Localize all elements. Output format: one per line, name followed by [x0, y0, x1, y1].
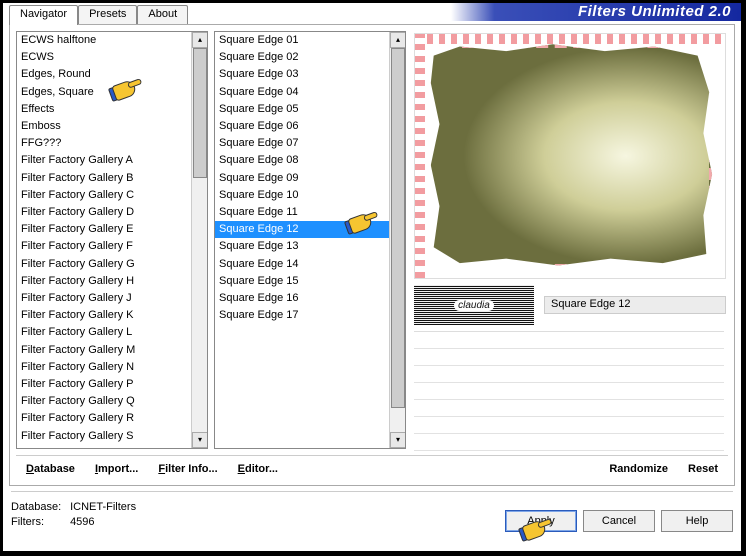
list-item[interactable]: Square Edge 10	[215, 187, 405, 204]
list-item[interactable]: Edges, Square	[17, 84, 207, 101]
filterinfo-link[interactable]: Filter Info...	[158, 463, 217, 475]
list-item[interactable]: ECWS	[17, 49, 207, 66]
list-item[interactable]: Filter Factory Gallery T	[17, 445, 207, 449]
list-item[interactable]: Square Edge 16	[215, 290, 405, 307]
list-item[interactable]: Square Edge 09	[215, 170, 405, 187]
filtercount-label: Filters:	[11, 515, 67, 530]
list-item[interactable]: Square Edge 05	[215, 101, 405, 118]
list-item[interactable]: Filter Factory Gallery J	[17, 290, 207, 307]
scroll-up-icon[interactable]: ▴	[192, 32, 208, 48]
list-item[interactable]: Filter Factory Gallery F	[17, 238, 207, 255]
filtercount-value: 4596	[70, 516, 94, 528]
cancel-button[interactable]: Cancel	[583, 510, 655, 532]
author-text: claudia	[454, 300, 494, 311]
list-item[interactable]: Effects	[17, 101, 207, 118]
list-item[interactable]: Filter Factory Gallery S	[17, 428, 207, 445]
list-item[interactable]: Filter Factory Gallery D	[17, 204, 207, 221]
list-item[interactable]: Filter Factory Gallery A	[17, 152, 207, 169]
param-row	[414, 366, 724, 383]
list-item[interactable]: Filter Factory Gallery P	[17, 376, 207, 393]
apply-button[interactable]: Apply	[505, 510, 577, 532]
list-item[interactable]: ECWS halftone	[17, 32, 207, 49]
param-row	[414, 349, 724, 366]
param-row	[414, 383, 724, 400]
list-item[interactable]: Square Edge 17	[215, 307, 405, 324]
list-item[interactable]: Square Edge 07	[215, 135, 405, 152]
list-item[interactable]: Filter Factory Gallery G	[17, 256, 207, 273]
list-item[interactable]: Square Edge 13	[215, 238, 405, 255]
list-item[interactable]: Square Edge 15	[215, 273, 405, 290]
database-link[interactable]: Database	[26, 463, 75, 475]
list-item[interactable]: Filter Factory Gallery H	[17, 273, 207, 290]
list-item[interactable]: Square Edge 06	[215, 118, 405, 135]
selected-filter-name: Square Edge 12	[544, 296, 726, 314]
list-item[interactable]: Filter Factory Gallery L	[17, 324, 207, 341]
tab-navigator[interactable]: Navigator	[9, 5, 78, 25]
list-item[interactable]: Square Edge 01	[215, 32, 405, 49]
list-item[interactable]: Filter Factory Gallery M	[17, 342, 207, 359]
db-value: ICNET-Filters	[70, 501, 136, 513]
import-link[interactable]: Import...	[95, 463, 138, 475]
preview-pane	[414, 33, 726, 279]
status-info: Database: ICNET-Filters Filters: 4596	[11, 500, 136, 547]
list-item[interactable]: Square Edge 04	[215, 84, 405, 101]
category-list[interactable]: ECWS halftoneECWSEdges, RoundEdges, Squa…	[16, 31, 208, 449]
list-item[interactable]: Filter Factory Gallery E	[17, 221, 207, 238]
list-item[interactable]: Square Edge 11	[215, 204, 405, 221]
parameter-area	[414, 331, 724, 449]
list-item[interactable]: Filter Factory Gallery C	[17, 187, 207, 204]
category-scrollbar[interactable]: ▴ ▾	[191, 32, 207, 448]
list-item[interactable]: Square Edge 12	[215, 221, 405, 238]
author-badge: claudia	[414, 285, 534, 325]
list-item[interactable]: Edges, Round	[17, 66, 207, 83]
list-item[interactable]: FFG???	[17, 135, 207, 152]
list-item[interactable]: Square Edge 03	[215, 66, 405, 83]
help-button[interactable]: Help	[661, 510, 733, 532]
filter-label-row: claudia Square Edge 12	[414, 285, 726, 325]
list-item[interactable]: Filter Factory Gallery R	[17, 410, 207, 427]
scroll-thumb[interactable]	[193, 48, 207, 178]
list-item[interactable]: Filter Factory Gallery K	[17, 307, 207, 324]
list-item[interactable]: Filter Factory Gallery B	[17, 170, 207, 187]
status-bar: Database: ICNET-Filters Filters: 4596 Ap…	[11, 491, 733, 547]
list-item[interactable]: Square Edge 14	[215, 256, 405, 273]
filter-scrollbar[interactable]: ▴ ▾	[389, 32, 405, 448]
editor-link[interactable]: Editor...	[238, 463, 278, 475]
app-title: Filters Unlimited 2.0	[451, 3, 741, 21]
filter-list[interactable]: Square Edge 01Square Edge 02Square Edge …	[214, 31, 406, 449]
list-item[interactable]: Filter Factory Gallery Q	[17, 393, 207, 410]
randomize-link[interactable]: Randomize	[609, 463, 668, 475]
db-label: Database:	[11, 500, 67, 515]
param-row	[414, 400, 724, 417]
scroll-thumb[interactable]	[391, 48, 405, 408]
param-row	[414, 417, 724, 434]
scroll-down-icon[interactable]: ▾	[192, 432, 208, 448]
tab-row: Navigator Presets About	[9, 5, 188, 25]
preview-image	[425, 42, 715, 270]
list-item[interactable]: Filter Factory Gallery N	[17, 359, 207, 376]
scroll-down-icon[interactable]: ▾	[390, 432, 406, 448]
list-item[interactable]: Square Edge 08	[215, 152, 405, 169]
tab-content: ECWS halftoneECWSEdges, RoundEdges, Squa…	[9, 24, 735, 486]
window-frame: Filters Unlimited 2.0 Navigator Presets …	[2, 2, 742, 552]
tab-about[interactable]: About	[137, 5, 188, 25]
action-buttons: Apply Cancel Help	[505, 500, 733, 547]
reset-link[interactable]: Reset	[688, 463, 718, 475]
list-item[interactable]: Square Edge 02	[215, 49, 405, 66]
scroll-up-icon[interactable]: ▴	[390, 32, 406, 48]
list-item[interactable]: Emboss	[17, 118, 207, 135]
param-row	[414, 434, 724, 451]
tab-presets[interactable]: Presets	[78, 5, 137, 25]
bottom-toolbar: Database Import... Filter Info... Editor…	[16, 455, 728, 481]
param-row	[414, 332, 724, 349]
